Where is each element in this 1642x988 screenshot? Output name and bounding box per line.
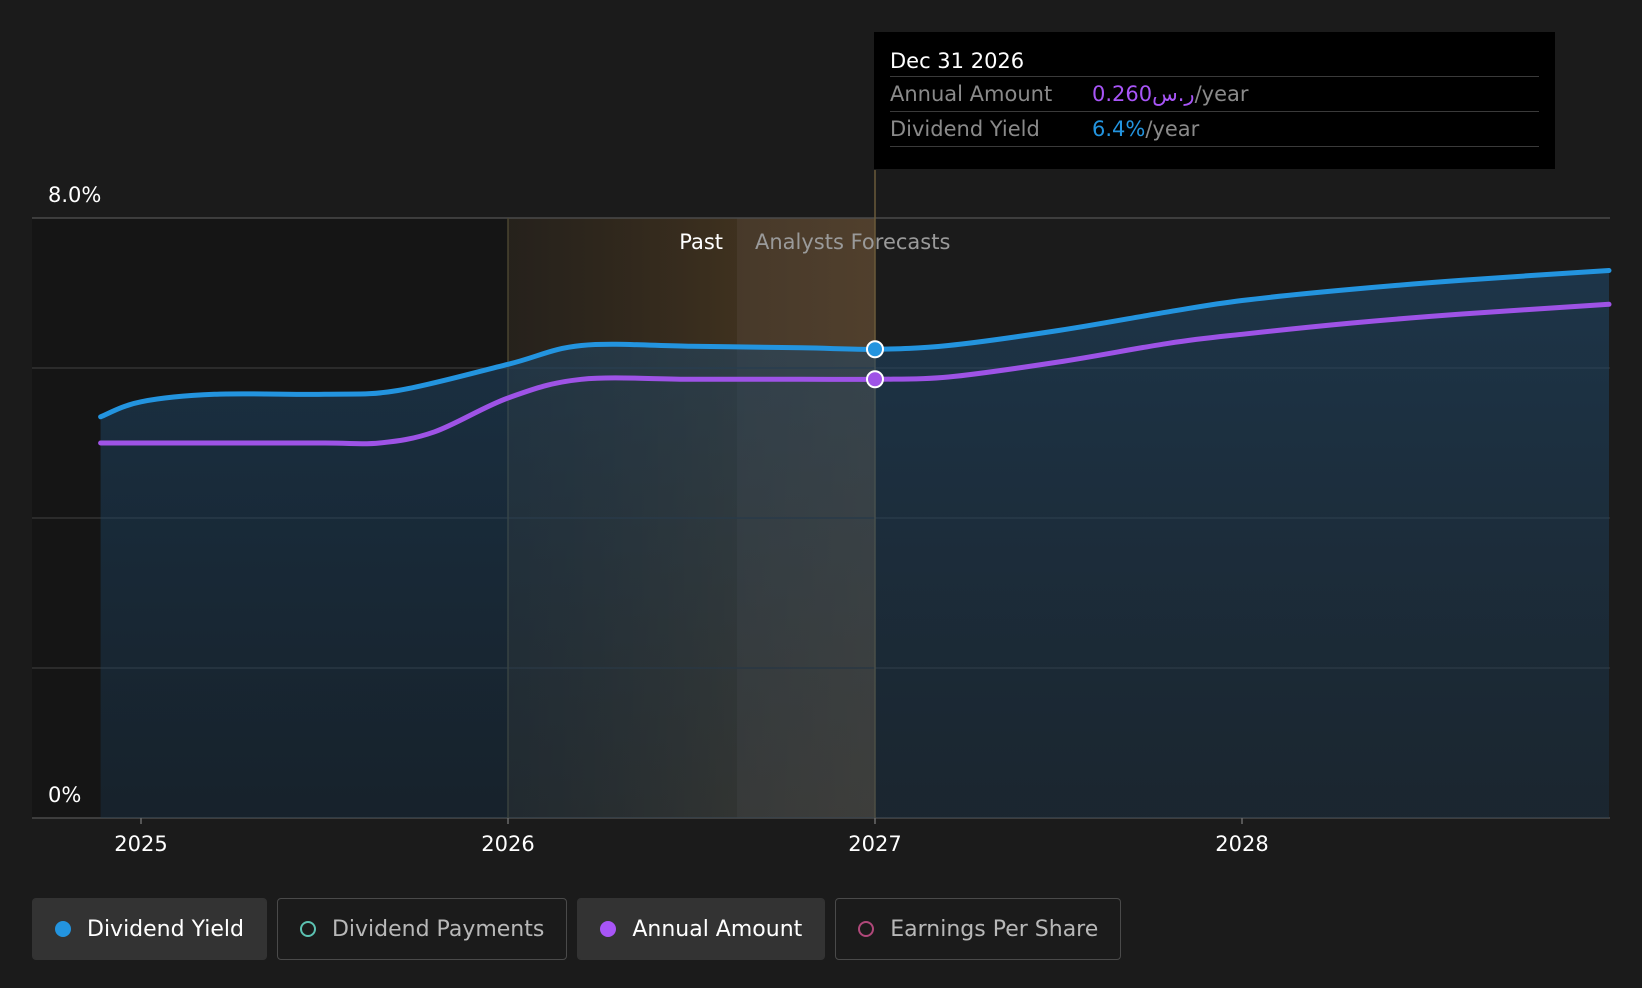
- forecast-region-label: Analysts Forecasts: [755, 230, 950, 254]
- highlight-point-annual-amount: [866, 370, 884, 389]
- past-region-label: Past: [679, 230, 723, 254]
- tooltip-date: Dec 31 2026: [890, 49, 1025, 73]
- legend-label: Earnings Per Share: [890, 916, 1099, 942]
- legend-dot-icon: [600, 921, 617, 937]
- y-axis-label-bottom: 0%: [48, 783, 81, 807]
- legend: Dividend Yield Dividend Payments Annual …: [32, 898, 1122, 960]
- legend-label: Annual Amount: [632, 916, 803, 942]
- tooltip-value: 6.4%: [1092, 117, 1146, 141]
- x-axis-tick-label: 2025: [114, 832, 167, 856]
- x-axis-tick-label: 2027: [848, 832, 901, 856]
- tooltip-row-annual-amount: Annual Amount 0.260ر.س /year: [890, 76, 1539, 111]
- y-axis-label-top: 8.0%: [48, 183, 101, 207]
- tooltip-value: 0.260ر.س: [1092, 82, 1195, 106]
- tooltip-label: Annual Amount: [890, 82, 1053, 106]
- legend-item-dividend-yield[interactable]: Dividend Yield: [32, 898, 267, 960]
- tooltip-unit: /year: [1194, 82, 1249, 106]
- legend-label: Dividend Payments: [331, 916, 545, 942]
- legend-label: Dividend Yield: [87, 916, 244, 942]
- legend-dot-icon: [299, 921, 316, 937]
- x-axis-tick-label: 2026: [481, 832, 534, 856]
- legend-dot-icon: [55, 921, 71, 937]
- highlight-point-dividend-yield: [866, 340, 884, 359]
- x-axis-tick-label: 2028: [1215, 832, 1268, 856]
- legend-item-dividend-payments[interactable]: Dividend Payments: [276, 898, 568, 960]
- legend-dot-icon: [858, 921, 875, 937]
- legend-item-earnings-per-share[interactable]: Earnings Per Share: [835, 898, 1122, 960]
- tooltip-unit: /year: [1145, 117, 1200, 141]
- tooltip-row-dividend-yield: Dividend Yield 6.4% /year: [890, 111, 1539, 147]
- legend-item-annual-amount[interactable]: Annual Amount: [577, 898, 826, 960]
- tooltip-label: Dividend Yield: [890, 117, 1040, 141]
- tooltip: Dec 31 2026 Annual Amount 0.260ر.س /year…: [874, 32, 1555, 169]
